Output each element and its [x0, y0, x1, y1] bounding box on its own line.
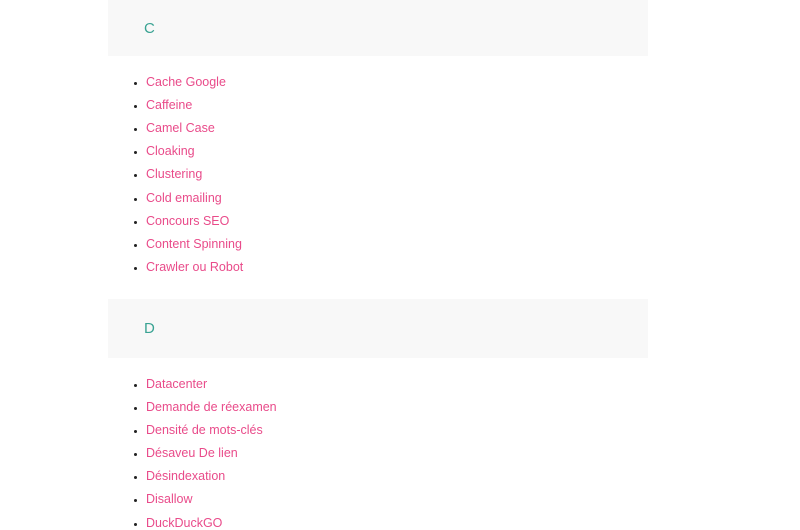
- list-item: Cold emailing: [146, 187, 648, 210]
- term-link-disallow[interactable]: Disallow: [146, 492, 193, 506]
- list-item: Désaveu De lien: [146, 442, 648, 465]
- list-item: Désindexation: [146, 465, 648, 488]
- section-header: C: [108, 0, 648, 56]
- list-item: Camel Case: [146, 117, 648, 140]
- term-link-content-spinning[interactable]: Content Spinning: [146, 237, 242, 251]
- term-link-datacenter[interactable]: Datacenter: [146, 377, 207, 391]
- term-list: Datacenter Demande de réexamen Densité d…: [108, 373, 648, 530]
- term-link-camel-case[interactable]: Camel Case: [146, 121, 215, 135]
- list-item: Content Spinning: [146, 233, 648, 256]
- list-item: Demande de réexamen: [146, 396, 648, 419]
- term-link-crawler-ou-robot[interactable]: Crawler ou Robot: [146, 260, 243, 274]
- glossary-section-d: D Datacenter Demande de réexamen Densité…: [108, 299, 648, 530]
- term-link-desindexation[interactable]: Désindexation: [146, 469, 225, 483]
- list-item: Clustering: [146, 163, 648, 186]
- glossary-page: C Cache Google Caffeine Camel Case Cloak…: [0, 0, 800, 530]
- list-item: Datacenter: [146, 373, 648, 396]
- term-link-cold-emailing[interactable]: Cold emailing: [146, 191, 222, 205]
- list-item: Crawler ou Robot: [146, 256, 648, 279]
- term-link-cloaking[interactable]: Cloaking: [146, 144, 195, 158]
- list-item: DuckDuckGO: [146, 512, 648, 530]
- term-link-densite-de-mots-cles[interactable]: Densité de mots-clés: [146, 423, 263, 437]
- list-item: Cloaking: [146, 140, 648, 163]
- section-header: D: [108, 299, 648, 358]
- term-list: Cache Google Caffeine Camel Case Cloakin…: [108, 71, 648, 280]
- term-link-demande-de-reexamen[interactable]: Demande de réexamen: [146, 400, 277, 414]
- list-item: Cache Google: [146, 71, 648, 94]
- section-letter: C: [144, 19, 156, 37]
- term-link-caffeine[interactable]: Caffeine: [146, 98, 192, 112]
- list-item: Disallow: [146, 488, 648, 511]
- term-link-duckduckgo[interactable]: DuckDuckGO: [146, 516, 222, 530]
- list-item: Densité de mots-clés: [146, 419, 648, 442]
- list-item: Concours SEO: [146, 210, 648, 233]
- term-link-desaveu-de-lien[interactable]: Désaveu De lien: [146, 446, 238, 460]
- section-letter: D: [144, 320, 156, 337]
- term-link-clustering[interactable]: Clustering: [146, 167, 202, 181]
- term-link-concours-seo[interactable]: Concours SEO: [146, 214, 229, 228]
- list-item: Caffeine: [146, 94, 648, 117]
- term-link-cache-google[interactable]: Cache Google: [146, 75, 226, 89]
- glossary-section-c: C Cache Google Caffeine Camel Case Cloak…: [108, 0, 648, 279]
